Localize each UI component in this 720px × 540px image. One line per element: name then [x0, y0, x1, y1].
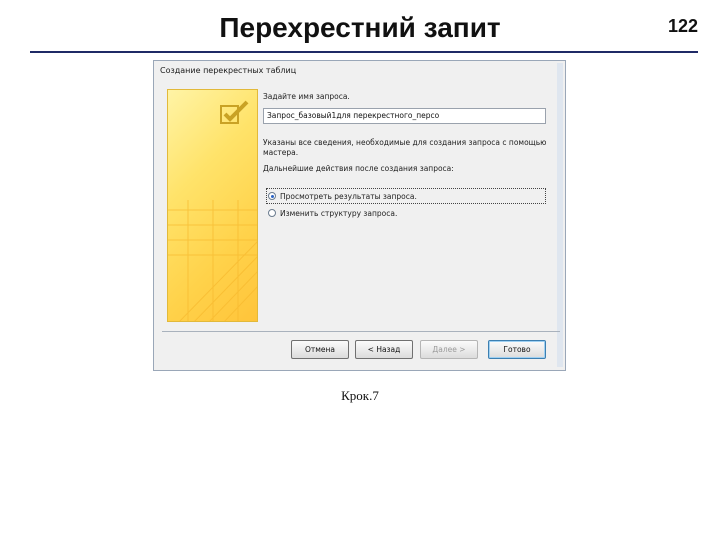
info-text-line2: мастера. [263, 148, 299, 157]
finish-button[interactable]: Готово [488, 340, 546, 359]
info-text-line1: Указаны все сведения, необходимые для со… [263, 138, 547, 147]
checkmark-icon [220, 100, 249, 124]
radio-selected-icon[interactable] [268, 192, 276, 200]
slide-title: Перехрестний запит [219, 12, 501, 43]
window-border [557, 63, 563, 367]
next-button[interactable]: Далее > [420, 340, 478, 359]
name-prompt: Задайте имя запроса. [263, 92, 350, 101]
step-caption: Крок.7 [341, 388, 379, 403]
dialog-title: Создание перекрестных таблиц [160, 66, 297, 75]
actions-prompt: Дальнейшие действия после создания запро… [263, 164, 454, 173]
query-name-input[interactable]: Запрос_базовый1для перекрестного_персо [263, 108, 546, 124]
cancel-button[interactable]: Отмена [291, 340, 349, 359]
radio-unselected-icon[interactable] [268, 209, 276, 217]
title-rule [30, 51, 698, 53]
radio-label-modify: Изменить структуру запроса. [280, 208, 398, 218]
wizard-illustration [167, 89, 258, 322]
wizard-dialog: Создание перекрестных таблиц Задайте имя… [153, 60, 566, 371]
table-grid-icon [168, 200, 257, 321]
page-number: 122 [667, 16, 698, 36]
radio-label-view: Просмотреть результаты запроса. [280, 191, 417, 201]
radio-modify-design[interactable]: Изменить структуру запроса. [268, 206, 397, 220]
button-separator [162, 331, 560, 332]
back-button[interactable]: < Назад [355, 340, 413, 359]
radio-view-results[interactable]: Просмотреть результаты запроса. [268, 189, 417, 203]
